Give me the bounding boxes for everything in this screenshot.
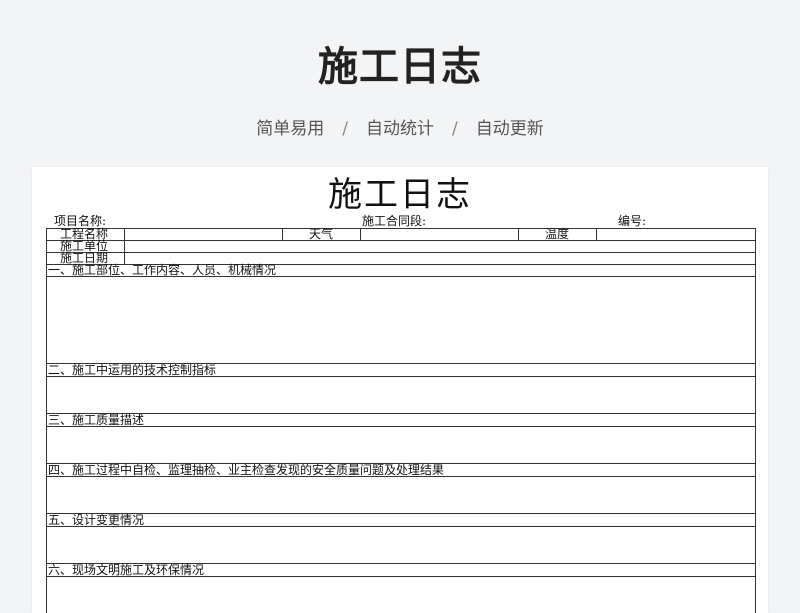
table-rule xyxy=(46,413,755,414)
section-title: 三、施工质量描述 xyxy=(48,413,145,427)
tagline-separator: / xyxy=(452,119,458,139)
tagline-easy: 简单易用 xyxy=(256,119,325,139)
section-title: 一、施工部位、工作内容、人员、机械情况 xyxy=(48,263,277,277)
form-table xyxy=(46,228,756,613)
table-divider xyxy=(596,228,597,240)
table-rule xyxy=(46,240,755,241)
table-rule xyxy=(46,228,755,229)
table-divider xyxy=(518,228,519,240)
section-title: 二、施工中运用的技术控制指标 xyxy=(48,363,217,377)
tagline-auto-update: 自动更新 xyxy=(475,119,544,139)
weather-cell: 天气 xyxy=(309,227,334,241)
table-rule xyxy=(46,252,755,253)
table-rule xyxy=(46,426,755,427)
contract-section-label: 施工合同段: xyxy=(362,214,427,228)
tagline-auto-stats: 自动统计 xyxy=(366,119,434,139)
table-rule xyxy=(46,526,755,527)
section-title: 四、施工过程中自检、监理抽检、业主检查发现的安全质量问题及处理结果 xyxy=(48,463,445,477)
table-divider xyxy=(282,228,283,240)
table-rule xyxy=(46,513,755,514)
tagline-separator: / xyxy=(342,119,348,139)
table-divider xyxy=(360,228,361,240)
table-divider xyxy=(124,228,125,264)
code-label: 编号: xyxy=(618,214,647,228)
section-title: 五、设计变更情况 xyxy=(48,513,145,527)
page-title: 施工日志 xyxy=(318,44,482,90)
log-sheet-preview: 施工日志 项目名称: 施工合同段: 编号: 工程名称 天气 温度 施工单位 施工… xyxy=(32,167,768,613)
section-title: 六、现场文明施工及环保情况 xyxy=(48,563,205,577)
tagline: 简单易用 / 自动统计 / 自动更新 xyxy=(0,114,800,139)
temperature-cell: 温度 xyxy=(545,227,570,241)
document-title: 施工日志 xyxy=(328,175,472,215)
